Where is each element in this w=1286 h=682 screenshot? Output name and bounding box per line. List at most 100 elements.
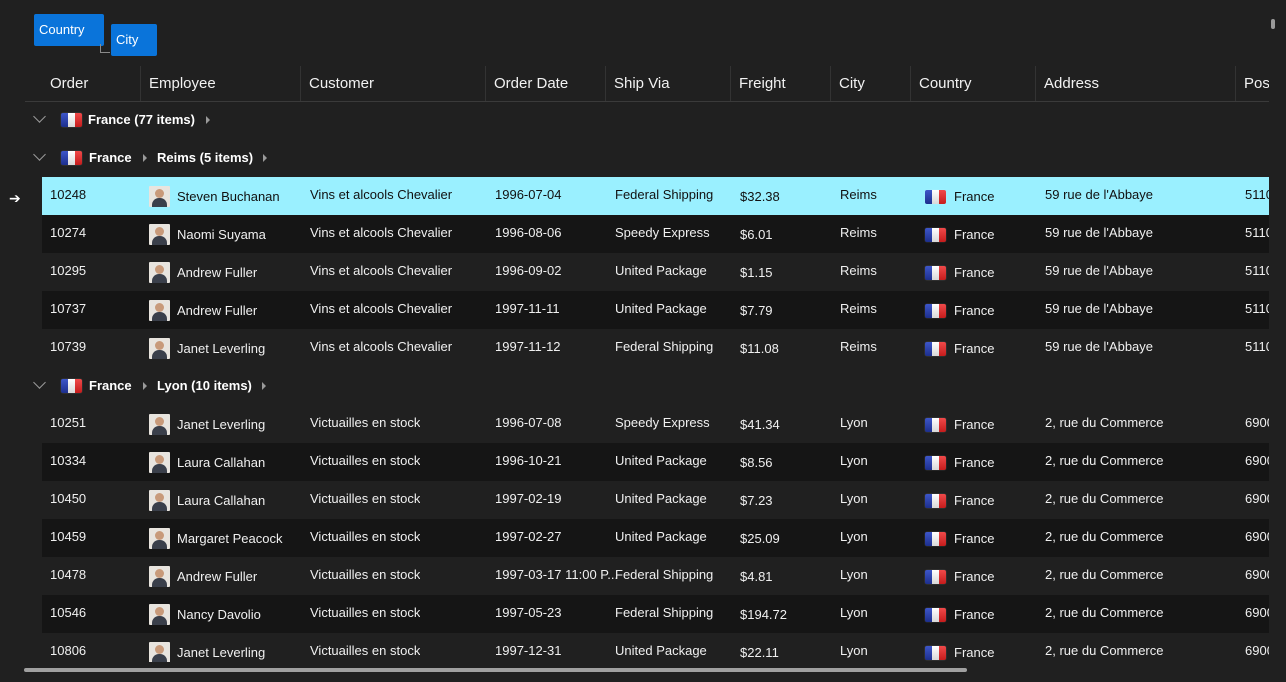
column-header-ship-via[interactable]: Ship Via (606, 66, 731, 101)
breadcrumb-arrow-icon (143, 154, 147, 162)
column-header-order-date[interactable]: Order Date (486, 66, 606, 101)
column-header-postal[interactable]: Pos (1236, 66, 1269, 101)
cell-ship-via: Speedy Express (615, 225, 710, 240)
cell-address: 59 rue de l'Abbaye (1045, 187, 1154, 202)
cell-order: 10295 (50, 263, 87, 278)
table-row[interactable]: 10737 Andrew Fuller Vins et alcools Cheval… (42, 291, 1269, 329)
table-row[interactable]: 10334 Laura Callahan Victuailles en stock 1… (42, 443, 1269, 481)
cell-postal: 5110 (1245, 225, 1269, 240)
cell-employee: Andrew Fuller (177, 303, 258, 318)
cell-customer: Vins et alcools Chevalier (310, 301, 453, 316)
employee-avatar (149, 604, 170, 625)
cell-order: 10334 (50, 453, 87, 468)
vertical-scrollbar-thumb[interactable] (1271, 19, 1275, 29)
group-row[interactable]: France Lyon (10 items) (25, 367, 1269, 405)
cell-order: 10737 (50, 301, 87, 316)
cell-customer: Victuailles en stock (310, 643, 421, 658)
cell-ship-via: United Package (615, 301, 707, 316)
cell-employee: Janet Leverling (177, 417, 266, 432)
cell-order: 10739 (50, 339, 87, 354)
group-row[interactable]: France (77 items) (25, 101, 1269, 139)
cell-order: 10248 (50, 187, 87, 202)
cell-order-date: 1997-03-17 11:00 P... (495, 567, 619, 582)
table-row[interactable]: 10478 Andrew Fuller Victuailles en stock 19… (42, 557, 1269, 595)
table-row[interactable]: 10546 Nancy Davolio Victuailles en stock 19… (42, 595, 1269, 633)
cell-country: France (954, 227, 995, 242)
cell-country: France (954, 341, 995, 356)
cell-order: 10546 (50, 605, 87, 620)
expand-arrow-icon[interactable] (263, 154, 267, 162)
cell-ship-via: Federal Shipping (615, 339, 714, 354)
cell-freight: $32.38 (740, 189, 780, 204)
cell-order-date: 1996-10-21 (495, 453, 562, 468)
cell-freight: $25.09 (740, 531, 780, 546)
column-header-row: Order Employee Customer Order Date Ship Via F… (25, 66, 1269, 102)
table-row[interactable]: 10251 Janet Leverling Victuailles en stock… (42, 405, 1269, 443)
cell-city: Reims (840, 339, 877, 354)
employee-avatar (149, 566, 170, 587)
france-flag-icon (61, 151, 82, 165)
france-flag-icon (925, 342, 946, 356)
cell-city: Reims (840, 187, 877, 202)
cell-order-date: 1996-09-02 (495, 263, 562, 278)
cell-country: France (954, 417, 995, 432)
employee-avatar (149, 414, 170, 435)
cell-postal: 6900 (1245, 529, 1269, 544)
group-row[interactable]: France Reims (5 items) (25, 139, 1269, 177)
france-flag-icon (925, 646, 946, 660)
cell-city: Lyon (840, 567, 868, 582)
column-header-customer[interactable]: Customer (301, 66, 486, 101)
table-row[interactable]: 10739 Janet Leverling Vins et alcools Chev… (42, 329, 1269, 367)
cell-postal: 6900 (1245, 491, 1269, 506)
chevron-down-icon[interactable] (33, 376, 46, 389)
column-header-employee[interactable]: Employee (141, 66, 301, 101)
table-row[interactable]: 10295 Andrew Fuller Vins et alcools Cheval… (42, 253, 1269, 291)
expand-arrow-icon[interactable] (206, 116, 210, 124)
cell-order-date: 1997-02-19 (495, 491, 562, 506)
cell-employee: Janet Leverling (177, 645, 266, 660)
cell-employee: Janet Leverling (177, 341, 266, 356)
cell-city: Lyon (840, 453, 868, 468)
cell-order-date: 1996-08-06 (495, 225, 562, 240)
chevron-down-icon[interactable] (33, 148, 46, 161)
cell-city: Lyon (840, 643, 868, 658)
horizontal-scrollbar-thumb[interactable] (24, 668, 967, 672)
column-header-address[interactable]: Address (1036, 66, 1236, 101)
cell-city: Reims (840, 301, 877, 316)
cell-order: 10459 (50, 529, 87, 544)
expand-arrow-icon[interactable] (262, 382, 266, 390)
column-header-freight[interactable]: Freight (731, 66, 831, 101)
cell-country: France (954, 607, 995, 622)
table-row[interactable]: 10274 Naomi Suyama Vins et alcools Chevali… (42, 215, 1269, 253)
table-row[interactable]: 10806 Janet Leverling Victuailles en stock… (42, 633, 1269, 662)
cell-order-date: 1997-12-31 (495, 643, 562, 658)
cell-freight: $7.23 (740, 493, 773, 508)
table-row[interactable]: 10248 Steven Buchanan Vins et alcools Chev… (42, 177, 1269, 215)
cell-address: 2, rue du Commerce (1045, 643, 1164, 658)
column-header-order[interactable]: Order (42, 66, 141, 101)
group-chip-city[interactable]: City (111, 24, 157, 56)
cell-postal: 5110 (1245, 263, 1269, 278)
cell-ship-via: United Package (615, 263, 707, 278)
cell-postal: 5110 (1245, 301, 1269, 316)
cell-address: 2, rue du Commerce (1045, 453, 1164, 468)
chevron-down-icon[interactable] (33, 110, 46, 123)
column-header-country[interactable]: Country (911, 66, 1036, 101)
cell-employee: Andrew Fuller (177, 265, 258, 280)
table-row[interactable]: 10450 Laura Callahan Victuailles en stock 1… (42, 481, 1269, 519)
cell-ship-via: United Package (615, 453, 707, 468)
table-row[interactable]: 10459 Margaret Peacock Victuailles en stoc… (42, 519, 1269, 557)
group-chip-country[interactable]: Country (34, 14, 104, 46)
cell-postal: 6900 (1245, 453, 1269, 468)
cell-customer: Victuailles en stock (310, 567, 421, 582)
employee-avatar (149, 452, 170, 473)
france-flag-icon (925, 608, 946, 622)
column-header-city[interactable]: City (831, 66, 911, 101)
cell-address: 2, rue du Commerce (1045, 529, 1164, 544)
employee-avatar (149, 262, 170, 283)
employee-avatar (149, 224, 170, 245)
cell-order: 10274 (50, 225, 87, 240)
cell-employee: Andrew Fuller (177, 569, 258, 584)
cell-order: 10806 (50, 643, 87, 658)
cell-customer: Victuailles en stock (310, 605, 421, 620)
